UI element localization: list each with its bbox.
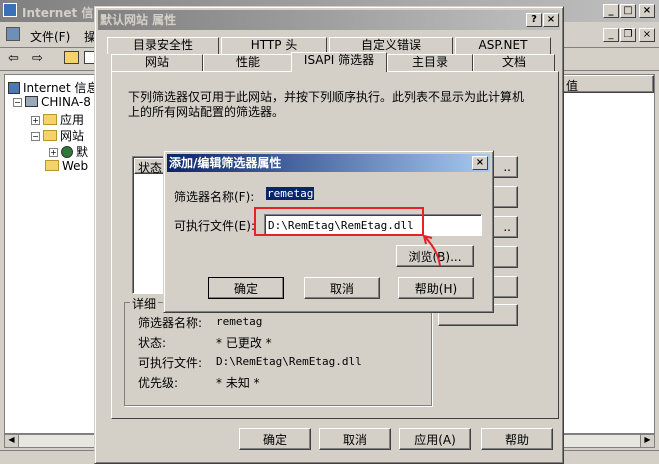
iis-app-icon xyxy=(3,3,17,17)
close-icon[interactable]: × xyxy=(639,4,655,18)
tab-home-directory[interactable]: 主目录 xyxy=(387,54,473,71)
details-pane: 值 xyxy=(560,74,655,434)
tab-isapi-filters[interactable]: ISAPI 筛选器 xyxy=(291,52,387,72)
child-restore-icon[interactable]: ❐ xyxy=(620,28,636,42)
annotation-arrow-icon xyxy=(423,235,441,267)
detail-name-value: remetag xyxy=(216,315,263,328)
tab-website[interactable]: 网站 xyxy=(111,54,203,71)
collapse-icon[interactable]: − xyxy=(13,98,22,107)
cancel-button[interactable]: 取消 xyxy=(319,428,391,450)
tab-performance[interactable]: 性能 xyxy=(203,54,293,71)
child-minimize-icon[interactable]: _ xyxy=(603,28,619,42)
filter-name-value: remetag xyxy=(266,187,315,200)
tree-item-app-pools[interactable]: + 应用 xyxy=(31,111,84,128)
globe-icon xyxy=(61,146,73,158)
detail-priority-label: 优先级: xyxy=(138,376,179,390)
tab-aspnet[interactable]: ASP.NET xyxy=(455,37,551,54)
annotation-highlight-box xyxy=(254,207,424,236)
forward-arrow-icon[interactable]: ⇨ xyxy=(32,51,43,66)
up-folder-icon[interactable] xyxy=(64,51,79,64)
filter-name-label: 筛选器名称(F): xyxy=(174,190,255,204)
tree-item-web-extensions[interactable]: Web xyxy=(45,159,88,173)
tree-item-websites[interactable]: − 网站 xyxy=(31,127,84,144)
server-icon xyxy=(25,96,38,107)
iis-icon xyxy=(8,82,20,94)
scroll-right-icon[interactable]: ▶ xyxy=(640,435,654,447)
tab-documents[interactable]: 文档 xyxy=(473,54,555,71)
modal-help-button[interactable]: 帮助(H) xyxy=(398,277,474,299)
edit-filter-title: 添加/编辑筛选器属性 xyxy=(169,156,282,170)
column-header-value[interactable]: 值 xyxy=(561,75,654,93)
mmc-system-icon[interactable] xyxy=(6,27,20,41)
tree-item-default-site[interactable]: + 默 xyxy=(49,143,88,160)
filters-description: 下列筛选器仅可用于此网站，并按下列顺序执行。此列表不显示为此计算机上的所有网站配… xyxy=(128,90,525,119)
tree-pane: Internet 信息 − CHINA-8 + 应用 − 网站 + 默 Web xyxy=(4,74,98,434)
detail-status-value: * 已更改 * xyxy=(216,336,272,350)
tree-item-server[interactable]: − CHINA-8 xyxy=(13,95,91,109)
detail-status-label: 状态: xyxy=(138,336,167,350)
modal-cancel-button[interactable]: 取消 xyxy=(304,277,380,299)
details-legend: 详细 xyxy=(130,295,159,312)
folder-icon xyxy=(45,160,59,171)
folder-icon xyxy=(43,130,57,141)
scroll-left-icon[interactable]: ◀ xyxy=(5,435,19,447)
expand-icon[interactable]: + xyxy=(31,116,40,125)
modal-ok-button[interactable]: 确定 xyxy=(208,277,284,299)
close-icon[interactable]: × xyxy=(472,156,488,170)
detail-exe-label: 可执行文件: xyxy=(138,356,203,370)
folder-icon xyxy=(43,114,57,125)
iis-manager-title: Internet 信息 xyxy=(22,6,106,20)
detail-exe-value: D:\RemEtag\RemEtag.dll xyxy=(216,355,362,368)
help-icon[interactable]: ? xyxy=(526,13,542,27)
tab-directory-security[interactable]: 目录安全性 xyxy=(107,37,219,54)
child-close-icon[interactable]: × xyxy=(639,28,655,42)
close-icon[interactable]: × xyxy=(543,13,559,27)
detail-name-label: 筛选器名称: xyxy=(138,316,203,330)
site-properties-titlebar: 默认网站 属性 ? × xyxy=(98,10,560,30)
help-button[interactable]: 帮助 xyxy=(481,428,553,450)
collapse-icon[interactable]: − xyxy=(31,132,40,141)
minimize-icon[interactable]: _ xyxy=(603,4,619,18)
apply-button[interactable]: 应用(A) xyxy=(399,428,471,450)
filter-name-field[interactable]: remetag xyxy=(264,185,322,203)
tree-item-iis-root[interactable]: Internet 信息 xyxy=(8,79,98,96)
maximize-icon[interactable]: □ xyxy=(620,4,636,18)
menu-file[interactable]: 文件(F) xyxy=(30,28,70,45)
detail-priority-value: * 未知 * xyxy=(216,376,260,390)
expand-icon[interactable]: + xyxy=(49,148,58,157)
site-properties-title: 默认网站 属性 xyxy=(100,13,177,27)
ok-button[interactable]: 确定 xyxy=(239,428,311,450)
edit-filter-titlebar: 添加/编辑筛选器属性 × xyxy=(167,154,490,172)
exe-label: 可执行文件(E): xyxy=(174,219,255,233)
back-arrow-icon[interactable]: ⇦ xyxy=(8,51,19,66)
